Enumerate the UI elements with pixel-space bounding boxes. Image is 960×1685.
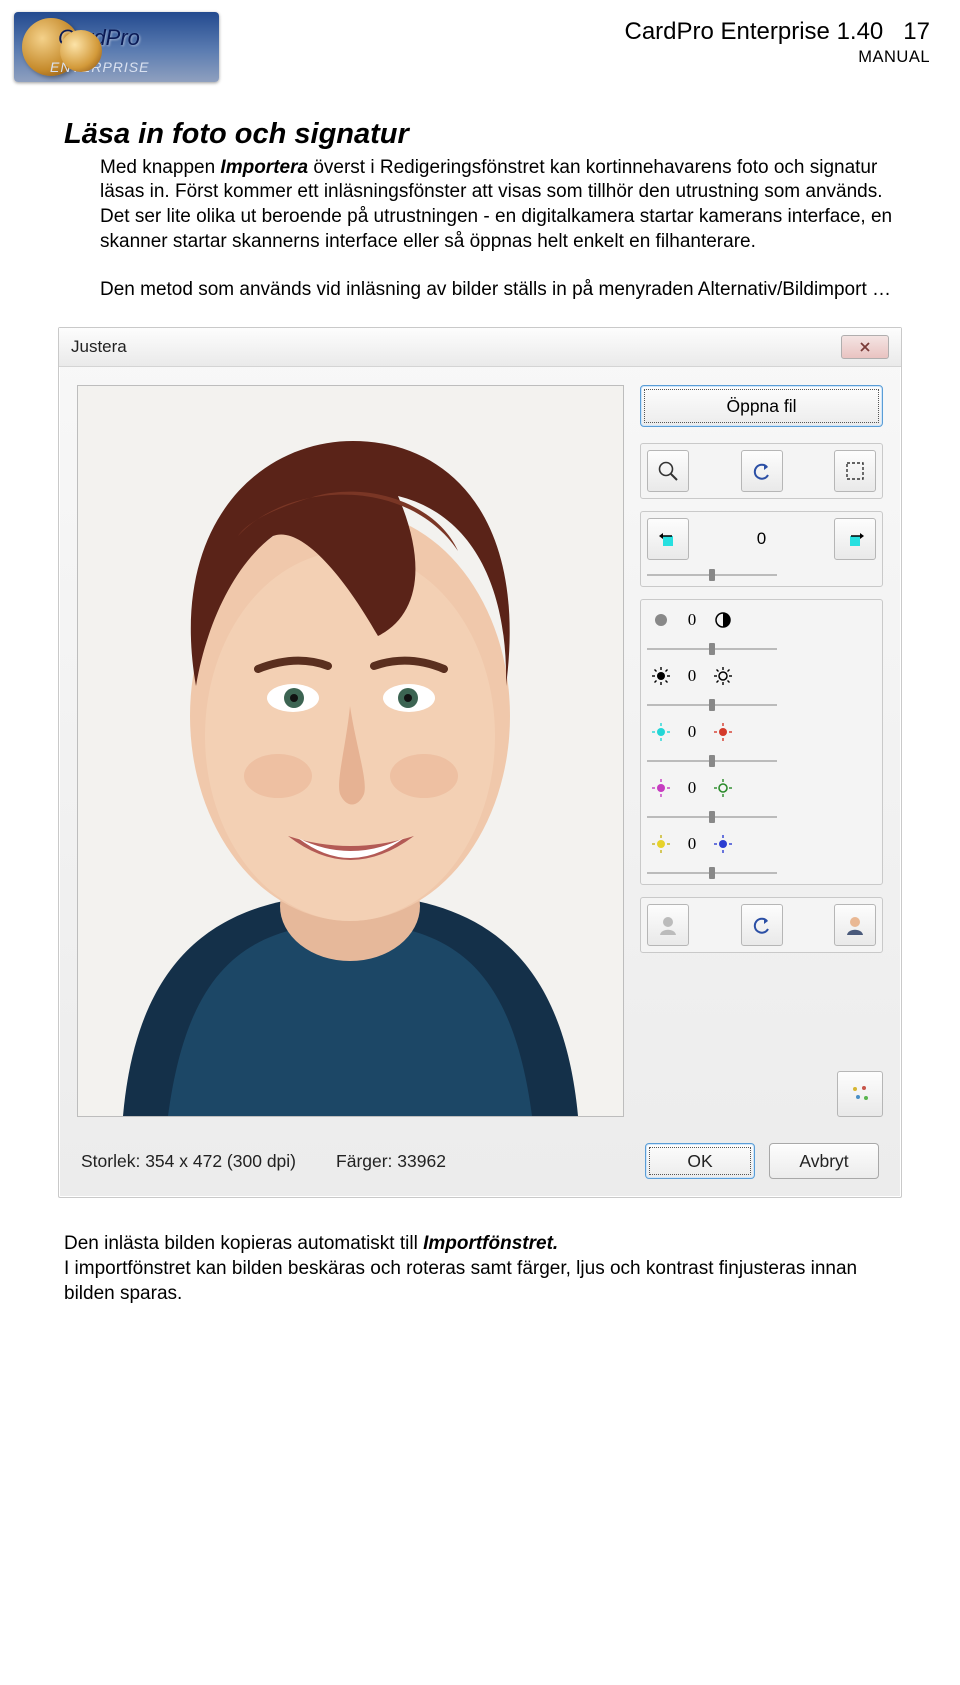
yellowblue-slider[interactable] (647, 868, 777, 878)
ok-button[interactable]: OK (645, 1143, 755, 1179)
status-colors-value: 33962 (397, 1151, 446, 1171)
effects-button[interactable] (837, 1071, 883, 1117)
brightness-value: 0 (681, 609, 703, 631)
close-icon (859, 341, 871, 353)
undo-face-button[interactable] (741, 904, 783, 946)
cyanred-slider[interactable] (647, 756, 777, 766)
rotate-slider[interactable] (647, 570, 777, 580)
logo-text-cardpro: CardPro (58, 24, 140, 53)
magenta-icon (647, 774, 675, 802)
cyan-icon (647, 718, 675, 746)
tool-group-brightness: 0 0 0 (640, 599, 883, 885)
magentagreen-slider[interactable] (647, 812, 777, 822)
rotate-left-button[interactable] (647, 518, 689, 560)
yellowblue-value: 0 (681, 833, 703, 855)
footer-p1-em: Importfönstret. (423, 1233, 558, 1254)
magnifier-icon (657, 460, 679, 482)
cyanred-value: 0 (681, 721, 703, 743)
section-heading: Läsa in foto och signatur (64, 116, 896, 154)
face-gray-icon (656, 913, 680, 937)
exposure-slider[interactable] (647, 700, 777, 710)
face-preset-button-1[interactable] (647, 904, 689, 946)
tool-group-face (640, 897, 883, 953)
marquee-tool-button[interactable] (834, 450, 876, 492)
green-icon (709, 774, 737, 802)
status-size-value: 354 x 472 (300 dpi) (145, 1151, 296, 1171)
para1-part-a: Med knappen (100, 157, 220, 178)
exposure-value: 0 (681, 665, 703, 687)
justera-dialog: Justera (58, 327, 902, 1198)
footer-paragraph-2: I importfönstret kan bilden beskäras och… (64, 1257, 896, 1306)
red-icon (709, 718, 737, 746)
brightness-slider[interactable] (647, 644, 777, 654)
status-colors-label: Färger: (336, 1151, 397, 1171)
manual-label: MANUAL (624, 47, 930, 68)
high-contrast-icon (709, 606, 737, 634)
yellow-icon (647, 830, 675, 858)
face-preset-button-2[interactable] (834, 904, 876, 946)
marquee-icon (844, 460, 866, 482)
paragraph-1: Med knappen Importera överst i Redigerin… (64, 156, 896, 255)
dialog-title: Justera (71, 336, 127, 358)
sun-dark-icon (647, 662, 675, 690)
para1-emphasis: Importera (220, 157, 308, 178)
doc-title-text: CardPro Enterprise 1.40 (624, 18, 883, 45)
footer-paragraph-1: Den inlästa bilden kopieras automatiskt … (64, 1232, 896, 1257)
open-file-button[interactable]: Öppna fil (640, 385, 883, 427)
footer-p1-a: Den inlästa bilden kopieras automatiskt … (64, 1233, 423, 1254)
undo-icon (751, 914, 773, 936)
status-size: Storlek: 354 x 472 (300 dpi) (81, 1150, 296, 1173)
rotate-right-icon (843, 527, 867, 551)
face-color-icon (843, 913, 867, 937)
close-button[interactable] (841, 335, 889, 359)
magentagreen-value: 0 (681, 777, 703, 799)
photo-preview (77, 385, 624, 1117)
dialog-titlebar: Justera (59, 328, 901, 367)
status-colors: Färger: 33962 (336, 1150, 446, 1173)
rotate-left-icon (656, 527, 680, 551)
tool-group-view (640, 443, 883, 499)
rotate-right-button[interactable] (834, 518, 876, 560)
undo-icon (751, 460, 773, 482)
sparkle-icon (848, 1082, 872, 1106)
document-title: CardPro Enterprise 1.40 17 (624, 16, 930, 47)
app-logo: CardPro ENTERPRISE (14, 12, 219, 82)
cancel-button[interactable]: Avbryt (769, 1143, 879, 1179)
paragraph-2: Den metod som används vid inläsning av b… (64, 278, 896, 303)
tool-group-rotate: 0 (640, 511, 883, 587)
rotate-value: 0 (751, 528, 773, 550)
sun-light-icon (709, 662, 737, 690)
blue-icon (709, 830, 737, 858)
zoom-tool-button[interactable] (647, 450, 689, 492)
undo-button[interactable] (741, 450, 783, 492)
page-number: 17 (903, 18, 930, 45)
logo-text-enterprise: ENTERPRISE (50, 58, 149, 76)
low-brightness-icon (647, 606, 675, 634)
status-size-label: Storlek: (81, 1151, 145, 1171)
portrait-placeholder (78, 386, 623, 1116)
